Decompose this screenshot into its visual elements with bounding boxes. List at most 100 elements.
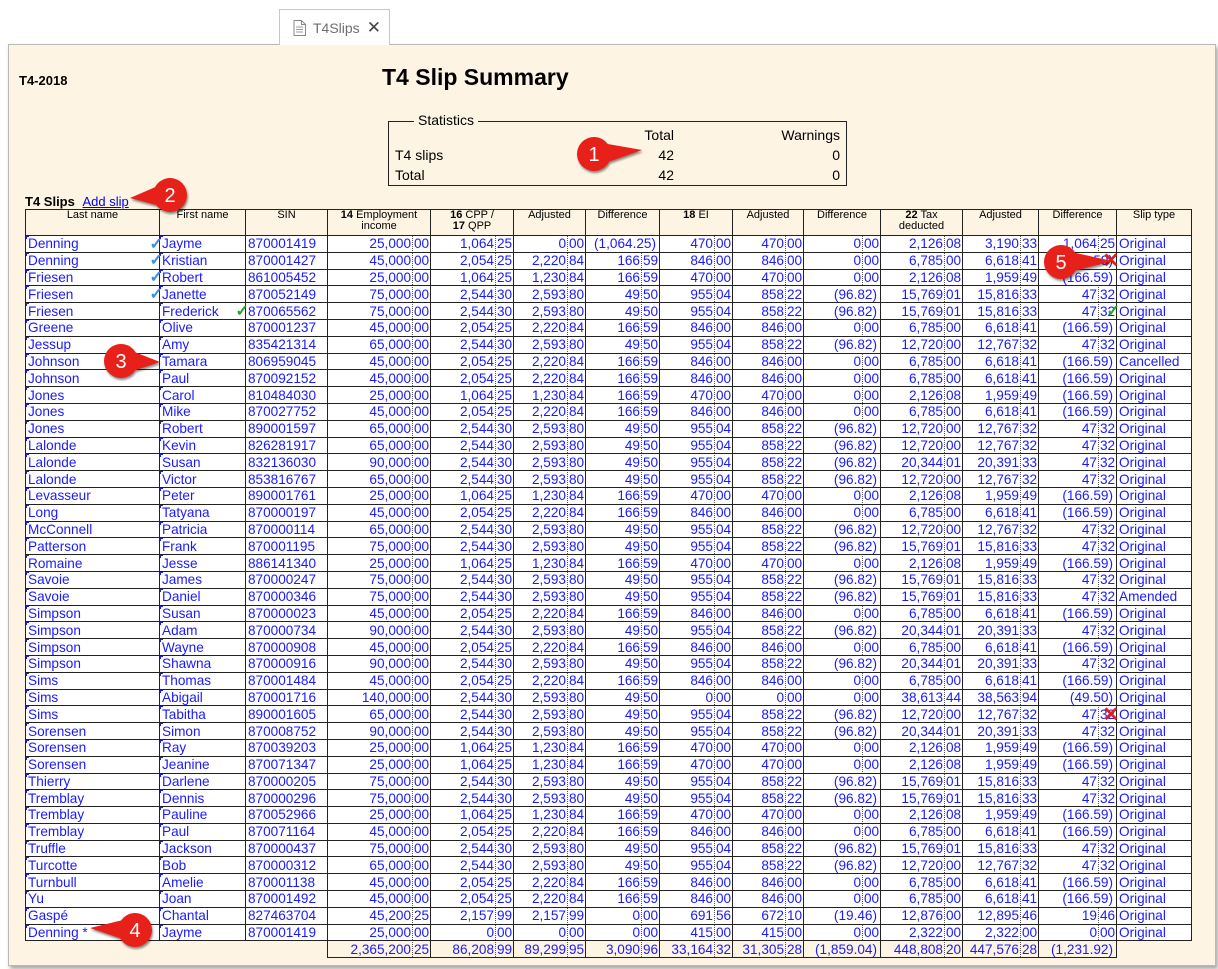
cell-tax-difference[interactable]: 47 32 xyxy=(1038,789,1117,808)
cell-cpp-adjusted[interactable]: 2,220 84 xyxy=(513,251,586,270)
cell-tax-adjusted[interactable]: 15,816 33 xyxy=(962,285,1039,304)
table-row[interactable]: Johnson Tamara 806959045 45,000 00 2,054 25 2,2… xyxy=(25,352,1192,371)
cell-ei-difference[interactable]: 0 00 xyxy=(803,235,881,253)
cell-cpp-difference[interactable]: 49 50 xyxy=(585,419,660,438)
cell-tax-adjusted[interactable]: 6,618 41 xyxy=(962,251,1039,270)
close-icon[interactable]: ✕ xyxy=(367,19,381,36)
cell-ei-difference[interactable]: (96.82) xyxy=(803,570,881,589)
cell-first-name[interactable]: Olive xyxy=(159,318,246,337)
cell-ei[interactable]: 0 00 xyxy=(659,688,733,707)
cell-first-name[interactable]: Abigail xyxy=(159,688,246,707)
cell-tax-deducted[interactable]: 6,785 00 xyxy=(880,822,963,841)
table-row[interactable]: Sorensen Jeanine 870071347 25,000 00 1,064 25 1… xyxy=(25,755,1192,774)
cell-tax-difference[interactable]: (166.59) xyxy=(1038,486,1117,505)
cell-employment-income[interactable]: 75,000 00 xyxy=(327,772,431,791)
cell-cpp-difference[interactable]: 166 59 xyxy=(585,251,660,270)
cell-tax-adjusted[interactable]: 15,816 33 xyxy=(962,789,1039,808)
cell-last-name[interactable]: Tremblay xyxy=(25,789,160,808)
cell-first-name[interactable]: Amelie xyxy=(159,873,246,892)
cell-ei-adjusted[interactable]: 846 00 xyxy=(732,402,804,421)
cell-ei-difference[interactable]: 0 00 xyxy=(803,923,881,942)
cell-tax-adjusted[interactable]: 12,767 32 xyxy=(962,470,1039,488)
cell-cpp-adjusted[interactable]: 2,593 80 xyxy=(513,470,586,488)
cell-ei-difference[interactable]: (96.82) xyxy=(803,520,881,539)
cell-tax-difference[interactable]: (166.59) xyxy=(1038,755,1117,774)
cell-cpp-qpp[interactable]: 2,544 30 xyxy=(430,722,514,740)
cell-cpp-difference[interactable]: 166 59 xyxy=(585,604,660,623)
cell-cpp-difference[interactable]: 166 59 xyxy=(585,402,660,421)
cell-ei[interactable]: 846 00 xyxy=(659,638,733,656)
cell-ei-difference[interactable]: (96.82) xyxy=(803,302,881,320)
cell-cpp-qpp[interactable]: 2,054 25 xyxy=(430,604,514,623)
cell-slip-type[interactable]: Original xyxy=(1116,789,1192,808)
cell-tax-deducted[interactable]: 2,126 08 xyxy=(880,755,963,774)
cell-ei-difference[interactable]: 0 00 xyxy=(803,554,881,572)
cell-cpp-qpp[interactable]: 2,544 30 xyxy=(430,285,514,304)
cell-cpp-qpp[interactable]: 1,064 25 xyxy=(430,268,514,287)
cell-ei-adjusted[interactable]: 846 00 xyxy=(732,604,804,623)
cell-tax-adjusted[interactable]: 12,767 32 xyxy=(962,856,1039,875)
cell-cpp-difference[interactable]: 49 50 xyxy=(585,772,660,791)
cell-sin[interactable]: 853816767 xyxy=(245,470,328,488)
cell-cpp-adjusted[interactable]: 2,593 80 xyxy=(513,839,586,858)
cell-cpp-qpp[interactable]: 2,544 30 xyxy=(430,688,514,707)
cell-ei-adjusted[interactable]: 858 22 xyxy=(732,419,804,438)
cell-first-name[interactable]: Robert xyxy=(159,268,246,287)
cell-ei-adjusted[interactable]: 415 00 xyxy=(732,923,804,942)
cell-first-name[interactable]: Susan xyxy=(159,453,246,472)
table-row[interactable]: Sims Thomas 870001484 45,000 00 2,054 25 2,220 8… xyxy=(25,671,1192,690)
cell-cpp-adjusted[interactable]: 2,593 80 xyxy=(513,537,586,556)
cell-tax-adjusted[interactable]: 20,391 33 xyxy=(962,722,1039,740)
cell-ei-adjusted[interactable]: 858 22 xyxy=(732,470,804,488)
cell-tax-adjusted[interactable]: 1,959 49 xyxy=(962,738,1039,757)
cell-cpp-difference[interactable]: 49 50 xyxy=(585,688,660,707)
cell-sin[interactable]: 810484030 xyxy=(245,386,328,404)
cell-ei[interactable]: 846 00 xyxy=(659,604,733,623)
cell-ei-difference[interactable]: (96.82) xyxy=(803,839,881,858)
cell-slip-type[interactable]: Original xyxy=(1116,554,1192,572)
cell-slip-type[interactable]: Original xyxy=(1116,604,1192,623)
cell-tax-adjusted[interactable]: 6,618 41 xyxy=(962,318,1039,337)
table-row[interactable]: Turnbull Amelie 870001138 45,000 00 2,054 25 2,… xyxy=(25,873,1192,892)
cell-slip-type[interactable]: Original xyxy=(1116,688,1192,707)
cell-cpp-adjusted[interactable]: 2,593 80 xyxy=(513,772,586,791)
cell-last-name[interactable]: Romaine xyxy=(25,554,160,572)
cell-ei[interactable]: 955 04 xyxy=(659,856,733,875)
cell-first-name[interactable]: Joan xyxy=(159,890,246,908)
cell-tax-deducted[interactable]: 6,785 00 xyxy=(880,251,963,270)
cell-last-name[interactable]: Turnbull xyxy=(25,873,160,892)
cell-cpp-qpp[interactable]: 2,544 30 xyxy=(430,789,514,808)
cell-ei-difference[interactable]: 0 00 xyxy=(803,638,881,656)
cell-ei-adjusted[interactable]: 470 00 xyxy=(732,386,804,404)
table-row[interactable]: Johnson Paul 870092152 45,000 00 2,054 25 2,220… xyxy=(25,369,1192,388)
cell-cpp-adjusted[interactable]: 2,593 80 xyxy=(513,570,586,589)
cell-tax-adjusted[interactable]: 1,959 49 xyxy=(962,386,1039,404)
table-row[interactable]: Long Tatyana 870000197 45,000 00 2,054 25 2,220… xyxy=(25,503,1192,522)
cell-first-name[interactable]: Patricia xyxy=(159,520,246,539)
cell-ei[interactable]: 955 04 xyxy=(659,722,733,740)
cell-ei[interactable]: 955 04 xyxy=(659,587,733,606)
cell-cpp-adjusted[interactable]: 1,230 84 xyxy=(513,486,586,505)
cell-last-name[interactable]: Jones xyxy=(25,402,160,421)
cell-slip-type[interactable]: Original xyxy=(1116,537,1192,556)
cell-ei[interactable]: 955 04 xyxy=(659,839,733,858)
cell-tax-deducted[interactable]: 6,785 00 xyxy=(880,402,963,421)
cell-tax-deducted[interactable]: 15,769 01 xyxy=(880,839,963,858)
cell-tax-deducted[interactable]: 6,785 00 xyxy=(880,318,963,337)
cell-tax-adjusted[interactable]: 15,816 33 xyxy=(962,302,1039,320)
cell-first-name[interactable]: Ray xyxy=(159,738,246,757)
cell-cpp-difference[interactable]: 166 59 xyxy=(585,755,660,774)
table-row[interactable]: Sorensen Simon 870008752 90,000 00 2,544 30 2,5… xyxy=(25,722,1192,740)
cell-cpp-qpp[interactable]: 2,544 30 xyxy=(430,654,514,673)
cell-employment-income[interactable]: 25,000 00 xyxy=(327,486,431,505)
cell-ei-adjusted[interactable]: 858 22 xyxy=(732,654,804,673)
cell-cpp-qpp[interactable]: 2,544 30 xyxy=(430,570,514,589)
cell-ei-difference[interactable]: 0 00 xyxy=(803,486,881,505)
cell-slip-type[interactable]: Original xyxy=(1116,705,1192,724)
cell-slip-type[interactable]: Original xyxy=(1116,638,1192,656)
cell-sin[interactable]: 870000346 xyxy=(245,587,328,606)
cell-tax-difference[interactable]: 47 32 xyxy=(1038,654,1117,673)
cell-last-name[interactable]: Lalonde xyxy=(25,436,160,455)
cell-ei[interactable]: 955 04 xyxy=(659,621,733,640)
cell-tax-deducted[interactable]: 12,720 00 xyxy=(880,335,963,354)
